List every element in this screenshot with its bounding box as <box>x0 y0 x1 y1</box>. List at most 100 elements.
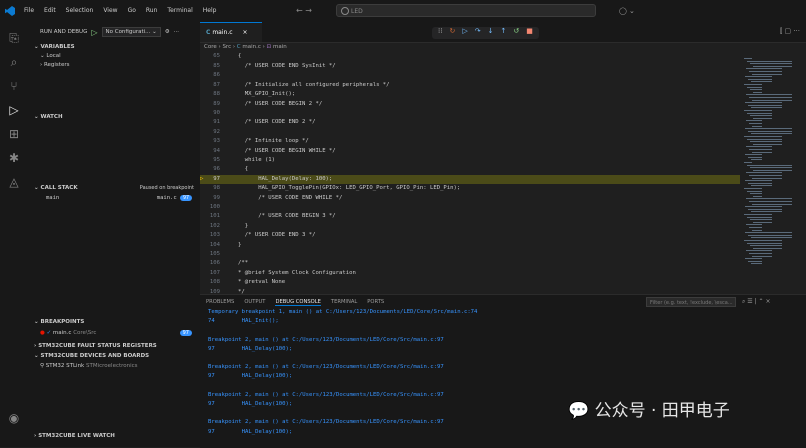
code-line[interactable]: 95 while (1) <box>200 156 740 166</box>
console-filter-input[interactable]: Filter (e.g. text, !exclude, \esca... <box>646 297 736 307</box>
restart-icon[interactable]: ↻ <box>449 27 455 39</box>
menu-view[interactable]: View <box>103 7 117 14</box>
close-panel-icon[interactable]: × <box>765 298 770 305</box>
code-line[interactable]: 105 <box>200 250 740 260</box>
variables-section[interactable]: ⌄ VARIABLES <box>28 44 200 50</box>
call-stack-section[interactable]: ⌄ CALL STACK Paused on breakpoint <box>28 185 200 191</box>
cube-icon[interactable]: ◬ <box>6 174 22 190</box>
code-line[interactable]: 108 * @retval None <box>200 278 740 288</box>
code-line[interactable]: 99 /* USER CODE END WHILE */ <box>200 194 740 204</box>
stlink-label: STM32 STLink <box>45 363 85 369</box>
run-debug-title: RUN AND DEBUG <box>40 29 88 35</box>
code-line[interactable]: 103 /* USER CODE END 3 */ <box>200 231 740 241</box>
code-line[interactable]: 92 <box>200 128 740 138</box>
code-line[interactable]: 86 <box>200 71 740 81</box>
code-line[interactable]: 85 /* USER CODE END SysInit */ <box>200 62 740 72</box>
debug-config-select[interactable]: No Configurati... ⌄ <box>101 27 161 37</box>
more-icon[interactable]: ··· <box>174 29 179 35</box>
code-line[interactable]: 89 /* USER CODE BEGIN 2 */ <box>200 100 740 110</box>
code-line[interactable]: 104} <box>200 241 740 251</box>
source-control-icon[interactable]: ⑂ <box>6 78 22 94</box>
checkbox-icon[interactable]: ✓ <box>47 330 52 336</box>
minimap-line <box>750 89 762 91</box>
tab-terminal[interactable]: TERMINAL <box>331 299 357 306</box>
code-editor[interactable]: 65{85 /* USER CODE END SysInit */86 87 /… <box>200 52 740 296</box>
code-line[interactable]: 88 MX_GPIO_Init(); <box>200 90 740 100</box>
crumb-src[interactable]: Src <box>222 44 231 50</box>
more-actions-icon[interactable]: ··· <box>793 27 800 35</box>
minimap[interactable] <box>744 54 800 294</box>
code-line[interactable]: 93 /* Infinite loop */ <box>200 137 740 147</box>
gear-icon[interactable]: ⚙ <box>165 29 170 35</box>
tab-output[interactable]: OUTPUT <box>244 299 265 306</box>
clear-console-icon[interactable]: ☰ <box>747 298 752 305</box>
menu-help[interactable]: Help <box>203 7 217 14</box>
stop-icon[interactable]: ■ <box>526 27 533 39</box>
devices-section[interactable]: ⌄ STM32CUBE DEVICES AND BOARDS <box>28 353 200 359</box>
live-watch-section[interactable]: › STM32CUBE LIVE WATCH <box>28 433 200 439</box>
code-line[interactable]: 106 /** <box>200 259 740 269</box>
drag-handle-icon[interactable]: ⁞⁞ <box>438 27 442 39</box>
reset-icon[interactable]: ↺ <box>513 27 519 39</box>
account-icon[interactable]: ◉ <box>6 410 22 426</box>
step-over-icon[interactable]: ↷ <box>475 27 481 39</box>
stlink-device[interactable]: ⚲ STM32 STLink STMicroelectronics <box>28 363 200 369</box>
crumb-file[interactable]: main.c <box>242 44 261 50</box>
copilot-icon[interactable]: ◯ ⌄ <box>619 7 635 15</box>
code-line[interactable]: 98 HAL_GPIO_TogglePin(GPIOx: LED_GPIO_Po… <box>200 184 740 194</box>
explorer-icon[interactable]: ⎘ <box>6 30 22 46</box>
maximize-icon[interactable]: ⌃ <box>759 298 764 305</box>
start-debug-icon[interactable]: ▷ <box>91 28 97 37</box>
code-line[interactable]: 107 * @brief System Clock Configuration <box>200 269 740 279</box>
command-center[interactable]: LED <box>336 4 596 17</box>
tab-problems[interactable]: PROBLEMS <box>206 299 234 306</box>
minimap-line <box>753 169 792 171</box>
panel-tabs: PROBLEMS OUTPUT DEBUG CONSOLE TERMINAL P… <box>206 299 384 306</box>
split-icon[interactable]: ⫿ <box>780 27 782 35</box>
tab-debug-console[interactable]: DEBUG CONSOLE <box>275 299 321 306</box>
code-line[interactable]: 87 /* Initialize all configured peripher… <box>200 81 740 91</box>
layout-icon[interactable]: ▢ <box>784 27 791 35</box>
stm32-icon[interactable]: ✱ <box>6 150 22 166</box>
step-out-icon[interactable]: ↑ <box>500 27 506 39</box>
extensions-icon[interactable]: ⊞ <box>6 126 22 142</box>
filter-icon[interactable]: ⌕ <box>742 298 745 305</box>
code-line[interactable]: 91 /* USER CODE END 2 */ <box>200 118 740 128</box>
registers-scope[interactable]: › Registers <box>28 62 200 68</box>
watch-section[interactable]: ⌄ WATCH <box>28 114 200 120</box>
menu-terminal[interactable]: Terminal <box>167 7 192 14</box>
code-line[interactable]: 94 /* USER CODE BEGIN WHILE */ <box>200 147 740 157</box>
search-view-icon[interactable]: ⌕ <box>6 54 22 70</box>
step-into-icon[interactable]: ↓ <box>488 27 494 39</box>
minimap-line <box>752 151 772 153</box>
tab-main-c[interactable]: C main.c × <box>200 22 262 42</box>
crumb-core[interactable]: Core <box>204 44 217 50</box>
menu-run[interactable]: Run <box>146 7 158 14</box>
forward-arrow-icon[interactable]: → <box>305 6 312 15</box>
call-stack-frame[interactable]: main main.c 97 <box>28 195 200 201</box>
current-line[interactable]: ▷ 97 HAL_Delay(Delay: 100); <box>200 174 740 185</box>
code-line[interactable]: 96 { <box>200 165 740 175</box>
tab-ports[interactable]: PORTS <box>367 299 384 306</box>
continue-icon[interactable]: ▷ <box>462 27 467 39</box>
local-scope[interactable]: ⌄ Local <box>28 53 200 59</box>
menu-go[interactable]: Go <box>128 7 136 14</box>
code-line[interactable]: 102 } <box>200 222 740 232</box>
back-arrow-icon[interactable]: ← <box>296 6 303 15</box>
wechat-icon: 💬 <box>568 401 590 421</box>
breakpoints-section[interactable]: ⌄ BREAKPOINTS <box>28 319 200 325</box>
code-line[interactable]: 90 <box>200 109 740 119</box>
code-line[interactable]: 100 <box>200 203 740 213</box>
fault-registers-section[interactable]: › STM32CUBE FAULT STATUS REGISTERS <box>28 343 200 349</box>
code-text: /* USER CODE END 3 */ <box>238 232 316 239</box>
menu-selection[interactable]: Selection <box>66 7 94 14</box>
code-line[interactable]: 101 /* USER CODE BEGIN 3 */ <box>200 212 740 222</box>
crumb-main[interactable]: main <box>273 44 287 50</box>
close-icon[interactable]: × <box>242 29 247 36</box>
run-debug-icon[interactable]: ▷ <box>6 102 22 118</box>
menu-edit[interactable]: Edit <box>44 7 56 14</box>
minimap-line <box>748 182 772 184</box>
code-line[interactable]: 65 { <box>200 52 740 62</box>
breakpoint-item[interactable]: ● ✓ main.c Core\Src 97 <box>28 330 200 336</box>
menu-file[interactable]: File <box>24 7 34 14</box>
